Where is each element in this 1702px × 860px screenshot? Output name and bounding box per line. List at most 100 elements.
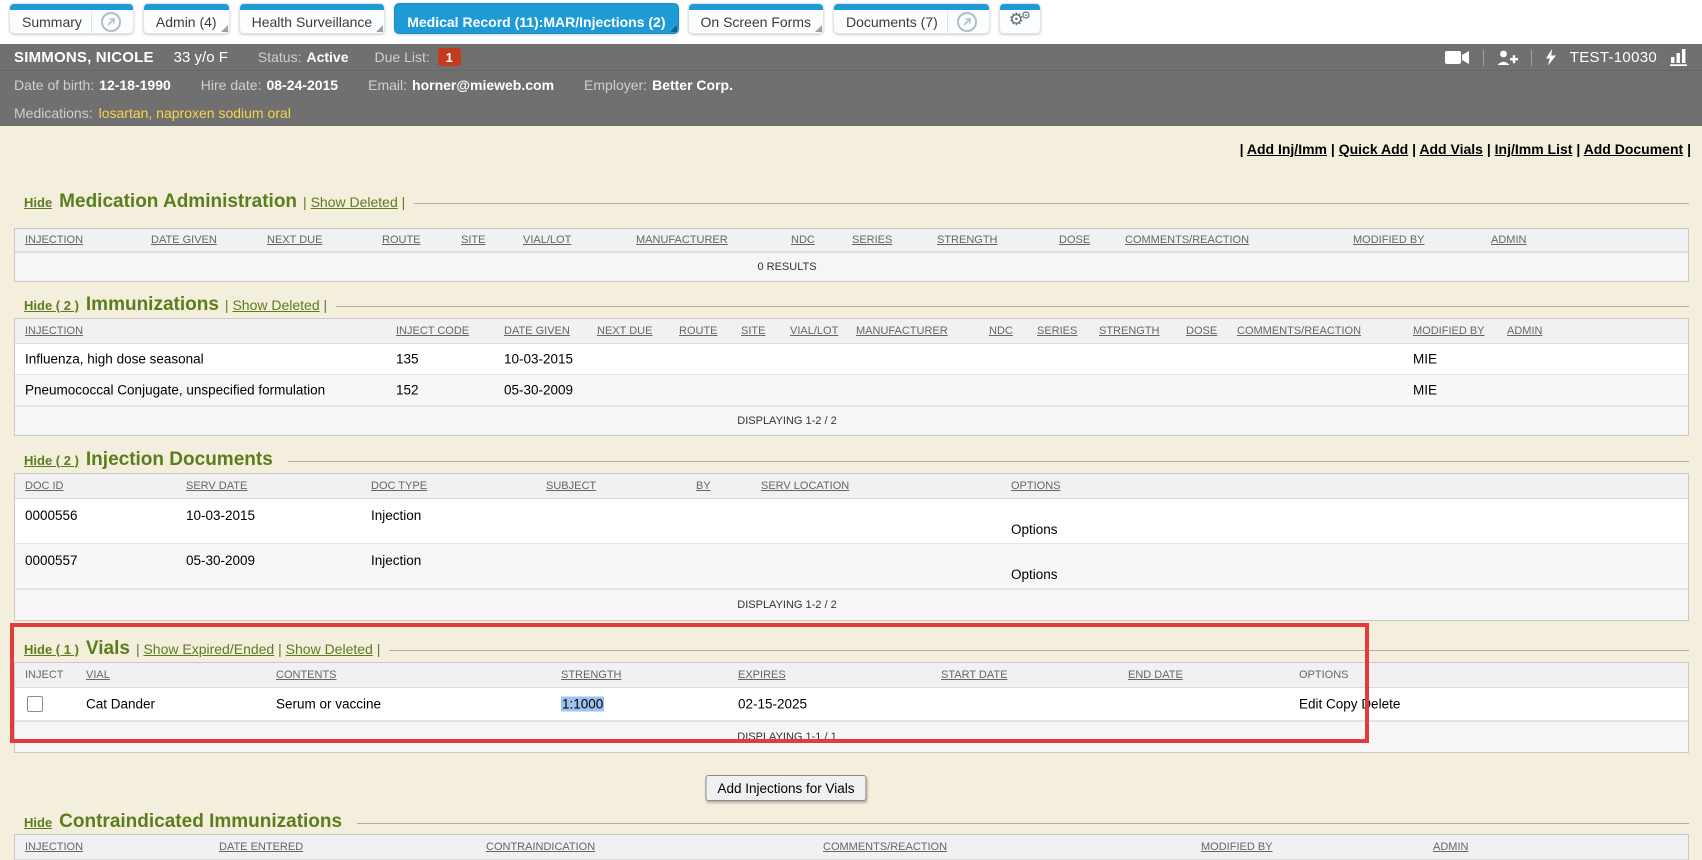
- section-head-immunizations: Hide ( 2 )Immunizations| Show Deleted |: [24, 293, 1689, 317]
- col-injection[interactable]: INJECTION: [25, 234, 83, 246]
- col-modified-by[interactable]: MODIFIED BY: [1413, 325, 1485, 337]
- link-copy[interactable]: Copy: [1326, 697, 1358, 712]
- col-next-due[interactable]: NEXT DUE: [267, 234, 322, 246]
- col-admin[interactable]: ADMIN: [1507, 325, 1542, 337]
- hide-link[interactable]: Hide ( 1 ): [24, 642, 79, 657]
- section-rule: [336, 306, 1689, 307]
- col-injection[interactable]: INJECTION: [25, 325, 83, 337]
- col-next-due[interactable]: NEXT DUE: [597, 325, 652, 337]
- lightning-bolt-icon[interactable]: [1545, 49, 1557, 66]
- col-modified-by[interactable]: MODIFIED BY: [1353, 234, 1425, 246]
- col-by[interactable]: BY: [696, 480, 711, 492]
- col-date-given[interactable]: DATE GIVEN: [504, 325, 570, 337]
- settings-gears-button[interactable]: ⚙ ⚙: [999, 3, 1041, 34]
- hide-link[interactable]: Hide: [24, 815, 52, 830]
- col-serv-location[interactable]: SERV LOCATION: [761, 480, 849, 492]
- col-series[interactable]: SERIES: [1037, 325, 1077, 337]
- col-vial-lot[interactable]: VIAL/LOT: [790, 325, 838, 337]
- due-list-badge[interactable]: 1: [438, 48, 461, 66]
- col-ndc[interactable]: NDC: [791, 234, 815, 246]
- col-modified-by[interactable]: MODIFIED BY: [1201, 841, 1273, 853]
- col-admin[interactable]: ADMIN: [1491, 234, 1526, 246]
- popout-arrow-icon[interactable]: [101, 12, 121, 32]
- link-inj-imm-list[interactable]: Inj/Imm List: [1495, 141, 1573, 157]
- col-site[interactable]: SITE: [741, 325, 765, 337]
- link-show-deleted[interactable]: Show Deleted: [232, 297, 319, 313]
- col-strength[interactable]: STRENGTH: [1099, 325, 1160, 337]
- tab-summary[interactable]: Summary: [9, 3, 134, 34]
- popout-arrow-icon[interactable]: [957, 12, 977, 32]
- result-count: 0 RESULTS: [15, 261, 1559, 273]
- tab-label: Documents (7): [846, 14, 938, 30]
- link-delete[interactable]: Delete: [1361, 697, 1400, 712]
- header-icons: TEST-10030: [1445, 44, 1688, 71]
- link-options[interactable]: Options: [1011, 567, 1058, 582]
- col-manufacturer[interactable]: MANUFACTURER: [856, 325, 948, 337]
- section-title: Immunizations: [86, 294, 219, 316]
- col-end-date[interactable]: END DATE: [1128, 669, 1183, 681]
- col-route[interactable]: ROUTE: [382, 234, 421, 246]
- link-options[interactable]: Options: [1011, 522, 1058, 537]
- tab-admin-4[interactable]: Admin (4): [143, 3, 230, 34]
- link-add-document[interactable]: Add Document: [1584, 141, 1684, 157]
- col-contents[interactable]: CONTENTS: [276, 669, 337, 681]
- link-quick-add[interactable]: Quick Add: [1339, 141, 1409, 157]
- col-comments-reaction[interactable]: COMMENTS/REACTION: [823, 841, 947, 853]
- link-edit[interactable]: Edit: [1299, 697, 1322, 712]
- link-show-deleted[interactable]: Show Deleted: [311, 194, 398, 210]
- col-admin[interactable]: ADMIN: [1433, 841, 1468, 853]
- action-links: | Add Inj/Imm | Quick Add | Add Vials | …: [1240, 141, 1691, 157]
- hire-date-value: 08-24-2015: [266, 77, 338, 93]
- col-vial[interactable]: VIAL: [86, 669, 110, 681]
- table-footer: DISPLAYING 1-1 / 1: [15, 721, 1688, 752]
- add-injections-for-vials-button[interactable]: Add Injections for Vials: [705, 775, 866, 801]
- person-add-icon[interactable]: [1497, 50, 1518, 66]
- col-doc-id[interactable]: DOC ID: [25, 480, 64, 492]
- hide-link[interactable]: Hide ( 2 ): [24, 298, 79, 313]
- col-contraindication[interactable]: CONTRAINDICATION: [486, 841, 595, 853]
- table-row: Cat DanderSerum or vaccine1:100002-15-20…: [15, 688, 1688, 721]
- tab-medical-record-11-mar-injections-2[interactable]: Medical Record (11):MAR/Injections (2): [394, 3, 678, 34]
- link-show-expired-ended[interactable]: Show Expired/Ended: [143, 641, 274, 657]
- col-doc-type[interactable]: DOC TYPE: [371, 480, 427, 492]
- col-ndc[interactable]: NDC: [989, 325, 1013, 337]
- medications-value[interactable]: losartan, naproxen sodium oral: [99, 105, 291, 121]
- col-subject[interactable]: SUBJECT: [546, 480, 596, 492]
- col-options[interactable]: OPTIONS: [1011, 480, 1061, 492]
- tab-documents-7[interactable]: Documents (7): [833, 3, 990, 34]
- col-strength[interactable]: STRENGTH: [561, 669, 622, 681]
- col-dose[interactable]: DOSE: [1059, 234, 1090, 246]
- tab-health-surveillance[interactable]: Health Surveillance: [239, 3, 386, 34]
- cell-injection: Injection: [371, 508, 421, 523]
- hide-link[interactable]: Hide: [24, 195, 52, 210]
- link-show-deleted[interactable]: Show Deleted: [286, 641, 373, 657]
- table-footer: DISPLAYING 1-2 / 2: [15, 406, 1688, 435]
- col-inject-code[interactable]: INJECT CODE: [396, 325, 469, 337]
- col-manufacturer[interactable]: MANUFACTURER: [636, 234, 728, 246]
- col-date-given[interactable]: DATE GIVEN: [151, 234, 217, 246]
- col-injection[interactable]: INJECTION: [25, 841, 83, 853]
- section-rule: [414, 203, 1689, 204]
- col-comments-reaction[interactable]: COMMENTS/REACTION: [1237, 325, 1361, 337]
- col-expires[interactable]: EXPIRES: [738, 669, 786, 681]
- bar-chart-icon[interactable]: [1670, 49, 1688, 66]
- col-comments-reaction[interactable]: COMMENTS/REACTION: [1125, 234, 1249, 246]
- col-dose[interactable]: DOSE: [1186, 325, 1217, 337]
- col-date-entered[interactable]: DATE ENTERED: [219, 841, 303, 853]
- col-strength[interactable]: STRENGTH: [937, 234, 998, 246]
- cell-10-03-2015: 10-03-2015: [186, 508, 255, 523]
- col-route[interactable]: ROUTE: [679, 325, 718, 337]
- tab-on-screen-forms[interactable]: On Screen Forms: [688, 3, 824, 34]
- link-add-inj-imm[interactable]: Add Inj/Imm: [1247, 141, 1327, 157]
- col-start-date[interactable]: START DATE: [941, 669, 1007, 681]
- link-add-vials[interactable]: Add Vials: [1419, 141, 1483, 157]
- row-checkbox[interactable]: [27, 696, 43, 712]
- tab-bar: Summary Admin (4) Health Surveillance Medic…: [0, 0, 1702, 40]
- cell-02-15-2025: 02-15-2025: [738, 697, 807, 712]
- col-series[interactable]: SERIES: [852, 234, 892, 246]
- video-camera-icon[interactable]: [1445, 50, 1470, 65]
- col-vial-lot[interactable]: VIAL/LOT: [523, 234, 571, 246]
- hide-link[interactable]: Hide ( 2 ): [24, 453, 79, 468]
- col-serv-date[interactable]: SERV DATE: [186, 480, 247, 492]
- col-site[interactable]: SITE: [461, 234, 485, 246]
